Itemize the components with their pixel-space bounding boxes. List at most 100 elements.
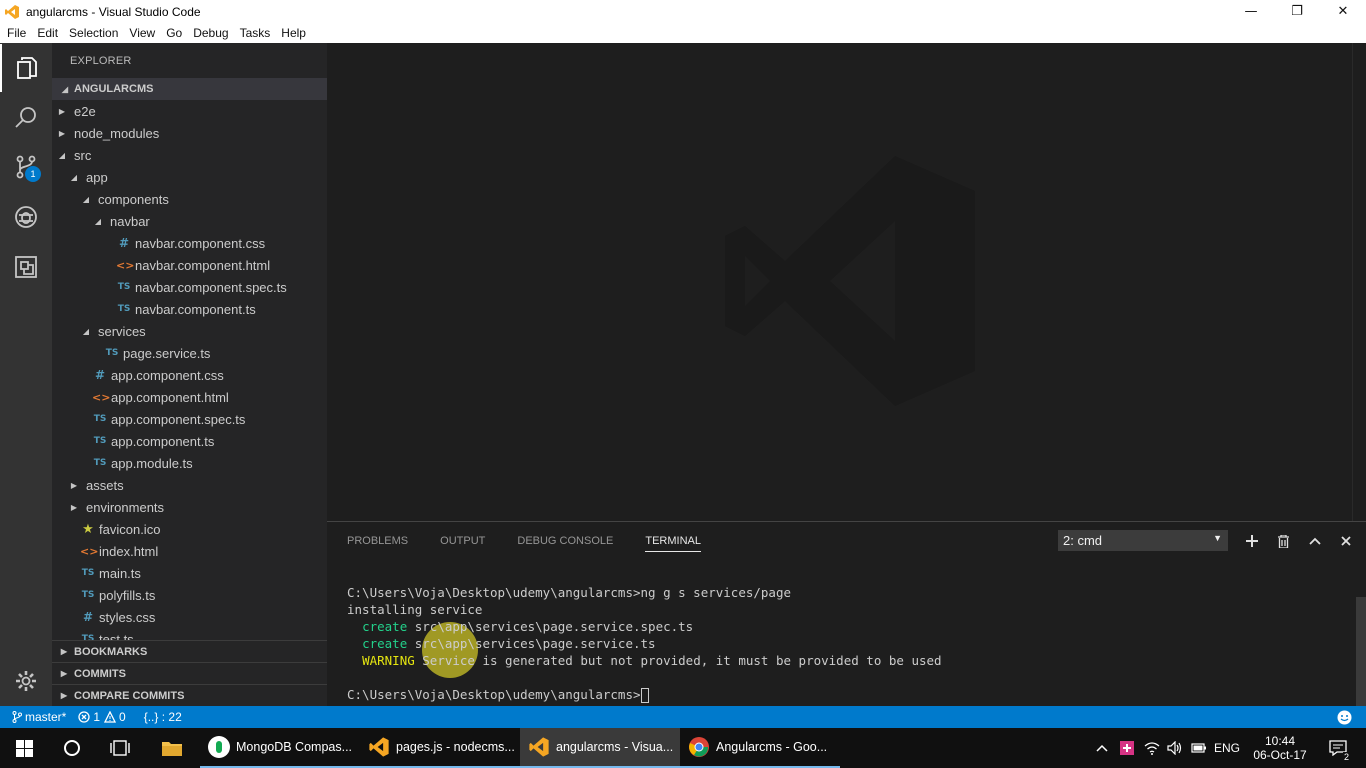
- folder-item[interactable]: ◢ src: [52, 144, 327, 166]
- folder-item[interactable]: ▶ node_modules: [52, 122, 327, 144]
- folder-item[interactable]: ▶ environments: [52, 496, 327, 518]
- terminal-scrollbar[interactable]: [1356, 597, 1366, 707]
- terminal-line: C:\Users\Voja\Desktop\udemy\angularcms>n…: [347, 585, 792, 600]
- menu-go[interactable]: Go: [162, 26, 186, 40]
- tab-output[interactable]: OUTPUT: [440, 531, 485, 551]
- explorer-title: EXPLORER: [70, 55, 132, 67]
- vscode-logo-icon: [5, 4, 19, 19]
- file-item[interactable]: # app.component.css: [52, 364, 327, 386]
- network-button[interactable]: [1140, 728, 1164, 768]
- file-item[interactable]: TS app.component.ts: [52, 430, 327, 452]
- feedback-button[interactable]: [1337, 710, 1352, 725]
- battery-button[interactable]: [1188, 728, 1210, 768]
- trash-icon: [1277, 534, 1289, 548]
- files-icon: [17, 57, 37, 79]
- tray-app-icon[interactable]: [1116, 728, 1138, 768]
- chevron-right-icon: ▶: [60, 691, 68, 700]
- extensions-activity[interactable]: [0, 243, 52, 291]
- folder-item[interactable]: ◢ app: [52, 166, 327, 188]
- compare-commits-section[interactable]: ▶ COMPARE COMMITS: [52, 684, 327, 706]
- file-item[interactable]: TS app.module.ts: [52, 452, 327, 474]
- folder-icon: [162, 742, 182, 756]
- file-item[interactable]: <> navbar.component.html: [52, 254, 327, 276]
- commits-section[interactable]: ▶ COMMITS: [52, 662, 327, 684]
- menu-selection[interactable]: Selection: [65, 26, 122, 40]
- taskbar-app-label: Angularcms - Goo...: [716, 740, 828, 754]
- tab-debug-console[interactable]: DEBUG CONSOLE: [517, 531, 613, 551]
- tab-problems[interactable]: PROBLEMS: [347, 531, 408, 551]
- file-item[interactable]: <> index.html: [52, 540, 327, 562]
- terminal-keyword: create: [362, 636, 408, 651]
- terminal-select[interactable]: 2: cmd ▼: [1058, 530, 1228, 551]
- new-terminal-button[interactable]: [1242, 531, 1262, 551]
- menu-help[interactable]: Help: [277, 26, 310, 40]
- task-view-button[interactable]: [96, 728, 144, 768]
- tree-item-label: main.ts: [99, 565, 141, 581]
- folder-item[interactable]: ◢ services: [52, 320, 327, 342]
- file-explorer-button[interactable]: [148, 728, 196, 768]
- taskbar-app-vscode-angularcms[interactable]: angularcms - Visua...: [520, 728, 680, 768]
- menu-debug[interactable]: Debug: [189, 26, 232, 40]
- menu-edit[interactable]: Edit: [33, 26, 62, 40]
- file-item[interactable]: TS main.ts: [52, 562, 327, 584]
- tray-show-hidden-button[interactable]: [1092, 728, 1112, 768]
- file-item[interactable]: TS navbar.component.ts: [52, 298, 327, 320]
- error-icon: [78, 711, 90, 723]
- terminal-prompt-line: C:\Users\Voja\Desktop\udemy\angularcms>: [347, 686, 1347, 703]
- problems-indicator[interactable]: 1 0: [78, 710, 126, 724]
- cortana-button[interactable]: [48, 728, 96, 768]
- terminal-output[interactable]: C:\Users\Voja\Desktop\udemy\angularcms>n…: [347, 584, 1347, 703]
- clock[interactable]: 10:44 06-Oct-17: [1248, 728, 1312, 768]
- taskbar-app-vscode-nodecms[interactable]: pages.js - nodecms...: [360, 728, 520, 768]
- editor-scrollbar[interactable]: [1352, 43, 1366, 521]
- restore-button[interactable]: ❐: [1274, 0, 1320, 23]
- minimize-button[interactable]: —: [1228, 0, 1274, 23]
- volume-button[interactable]: [1164, 728, 1186, 768]
- tree-item-label: environments: [86, 499, 165, 515]
- input-language[interactable]: ENG: [1212, 728, 1242, 768]
- maximize-panel-button[interactable]: [1305, 531, 1325, 551]
- menu-tasks[interactable]: Tasks: [236, 26, 275, 40]
- chevron-right-icon: ▶: [58, 128, 66, 138]
- menu-file[interactable]: File: [3, 26, 30, 40]
- file-item[interactable]: TS polyfills.ts: [52, 584, 327, 606]
- css-file-icon: #: [82, 610, 94, 624]
- action-center-button[interactable]: 2: [1318, 728, 1358, 768]
- kill-terminal-button[interactable]: [1273, 531, 1293, 551]
- file-item[interactable]: <> app.component.html: [52, 386, 327, 408]
- status-bar: master* 1 0 {..} : 22: [0, 706, 1366, 728]
- chevron-down-icon: ◢: [70, 172, 78, 182]
- close-window-button[interactable]: ✕: [1320, 0, 1366, 23]
- file-item[interactable]: # styles.css: [52, 606, 327, 628]
- folder-item[interactable]: ◢ components: [52, 188, 327, 210]
- tree-item-label: navbar.component.spec.ts: [135, 279, 287, 295]
- bookmarks-section[interactable]: ▶ BOOKMARKS: [52, 640, 327, 662]
- source-control-activity[interactable]: 1: [0, 143, 52, 191]
- branch-indicator[interactable]: master*: [12, 710, 66, 724]
- close-panel-button[interactable]: [1336, 531, 1356, 551]
- taskbar-app-mongodb[interactable]: MongoDB Compas...: [200, 728, 360, 768]
- folder-item[interactable]: ▶ assets: [52, 474, 327, 496]
- folder-item[interactable]: ▶ e2e: [52, 100, 327, 122]
- file-item[interactable]: ★ favicon.ico: [52, 518, 327, 540]
- folder-item[interactable]: ◢ navbar: [52, 210, 327, 232]
- start-button[interactable]: [0, 728, 48, 768]
- debug-activity[interactable]: [0, 193, 52, 241]
- file-item[interactable]: TS app.component.spec.ts: [52, 408, 327, 430]
- search-activity[interactable]: [0, 94, 52, 142]
- file-item[interactable]: TS page.service.ts: [52, 342, 327, 364]
- settings-activity[interactable]: [0, 657, 52, 705]
- tab-terminal[interactable]: TERMINAL: [645, 531, 701, 552]
- taskbar-app-chrome[interactable]: Angularcms - Goo...: [680, 728, 840, 768]
- html-file-icon: <>: [116, 258, 135, 272]
- editor-area[interactable]: [327, 43, 1366, 521]
- chevron-down-icon: ◢: [82, 326, 90, 336]
- menu-view[interactable]: View: [125, 26, 159, 40]
- file-item[interactable]: # navbar.component.css: [52, 232, 327, 254]
- brace-indicator[interactable]: {..} : 22: [144, 710, 182, 724]
- project-header[interactable]: ◢ ANGULARCMS: [52, 78, 327, 100]
- file-item[interactable]: TS navbar.component.spec.ts: [52, 276, 327, 298]
- file-item[interactable]: TS test.ts: [52, 628, 327, 641]
- typescript-file-icon: TS: [117, 282, 131, 292]
- explorer-activity[interactable]: [0, 44, 52, 92]
